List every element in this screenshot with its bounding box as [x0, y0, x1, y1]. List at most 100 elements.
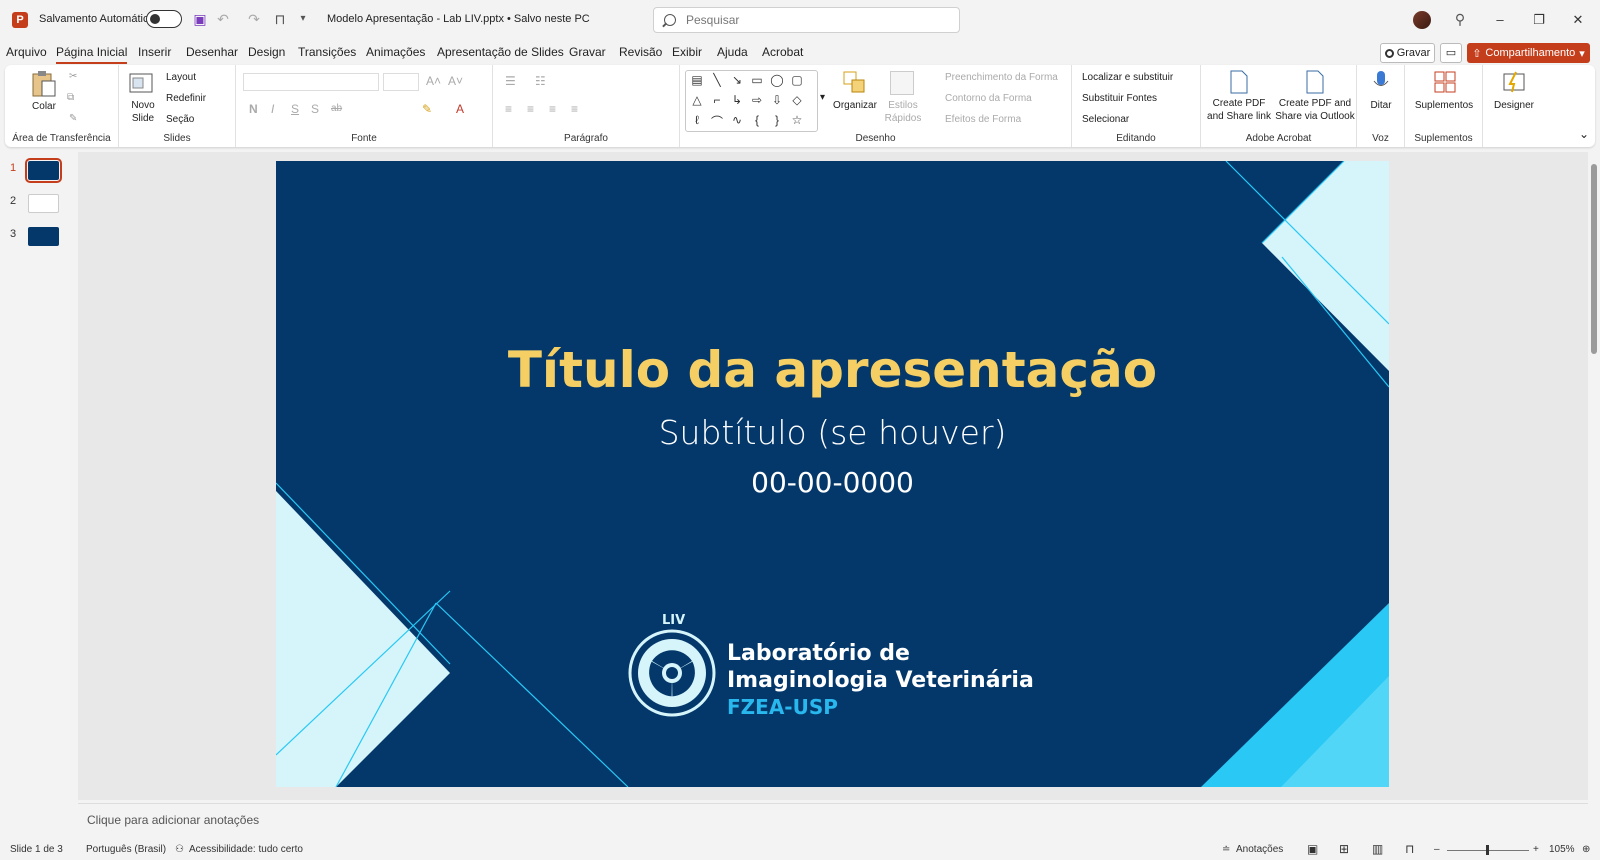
arrange-icon[interactable] — [843, 71, 867, 95]
zoom-slider-knob[interactable] — [1486, 845, 1489, 855]
section-button[interactable]: Seção — [166, 114, 194, 125]
restore-button[interactable]: ❐ — [1529, 10, 1549, 30]
slide-thumbnail-1[interactable] — [25, 158, 62, 183]
normal-view-icon[interactable]: ▣ — [1307, 842, 1318, 856]
collapse-ribbon-icon[interactable]: ⌄ — [1579, 127, 1589, 141]
textbox-shape-icon[interactable]: ▤ — [688, 73, 706, 87]
notes-button[interactable]: Anotações — [1236, 844, 1283, 855]
copy-icon[interactable]: ⧉ — [67, 92, 74, 103]
bold-button[interactable]: N — [249, 102, 258, 116]
slide-subtitle[interactable]: Subtítulo (se houver) — [276, 413, 1389, 452]
tab-arquivo[interactable]: Arquivo — [6, 45, 47, 59]
left-brace-icon[interactable]: { — [748, 113, 766, 127]
pdf-share-link-icon[interactable] — [1229, 70, 1249, 94]
present-icon[interactable]: ⊓ — [271, 10, 289, 28]
new-slide-label[interactable]: Novo Slide — [123, 99, 163, 125]
comments-button[interactable]: ▭ — [1440, 43, 1462, 63]
fit-slide-icon[interactable]: ⊕ — [1582, 844, 1590, 855]
elbow-connector-icon[interactable]: ⌐ — [708, 93, 726, 107]
minimize-button[interactable]: – — [1490, 10, 1510, 30]
new-slide-icon[interactable] — [129, 71, 155, 95]
shadow-button[interactable]: S — [311, 102, 319, 116]
slide-sorter-icon[interactable]: ⊞ — [1339, 842, 1349, 856]
create-pdf-link-button[interactable]: Create PDF and Share link — [1203, 97, 1275, 123]
format-painter-icon[interactable]: ✎ — [69, 113, 77, 124]
paste-label[interactable]: Colar — [27, 100, 61, 113]
arrow-shape-icon[interactable]: ↘ — [728, 73, 746, 87]
line-shape-icon[interactable]: ╲ — [708, 73, 726, 87]
align-right-icon[interactable]: ≡ — [549, 102, 556, 116]
search-box[interactable]: Pesquisar — [653, 7, 960, 33]
gallery-more-icon[interactable]: ▾ — [820, 92, 825, 103]
addins-icon[interactable] — [1433, 70, 1457, 94]
scribble-shape-icon[interactable]: ℓ — [688, 113, 706, 127]
slide-canvas[interactable]: Título da apresentação Subtítulo (se hou… — [276, 161, 1389, 787]
slideshow-icon[interactable]: ⊓ — [1405, 842, 1414, 856]
save-icon[interactable]: ▣ — [191, 10, 209, 28]
find-replace-button[interactable]: Localizar e substituir — [1082, 72, 1173, 83]
addins-button[interactable]: Suplementos — [1405, 99, 1483, 112]
bullets-icon[interactable]: ☰ — [505, 74, 516, 88]
microphone-icon[interactable] — [1373, 70, 1389, 94]
font-size-select[interactable] — [383, 73, 419, 91]
tab-pagina-inicial[interactable]: Página Inicial — [56, 45, 128, 64]
tab-acrobat[interactable]: Acrobat — [762, 45, 803, 59]
font-name-select[interactable] — [243, 73, 379, 91]
select-button[interactable]: Selecionar — [1082, 114, 1129, 125]
lightbulb-icon[interactable]: ⚲ — [1451, 10, 1469, 28]
justify-icon[interactable]: ≡ — [571, 102, 578, 116]
slide-date[interactable]: 00-00-0000 — [276, 466, 1389, 499]
avatar[interactable] — [1413, 11, 1431, 29]
tab-design[interactable]: Design — [248, 45, 285, 59]
vertical-scrollbar[interactable] — [1588, 152, 1600, 800]
dictate-button[interactable]: Ditar — [1357, 99, 1405, 112]
reset-button[interactable]: Redefinir — [166, 93, 206, 104]
rounded-rect-shape-icon[interactable]: ▢ — [788, 73, 806, 87]
zoom-out-icon[interactable]: – — [1434, 844, 1440, 855]
slide-thumbnail-3[interactable] — [28, 227, 59, 246]
shape-effects-button[interactable]: Efeitos de Forma — [945, 114, 1021, 125]
cut-icon[interactable]: ✂ — [69, 71, 77, 82]
accessibility-icon[interactable]: ⚇ — [175, 844, 184, 855]
zoom-level[interactable]: 105% — [1549, 844, 1575, 855]
undo-icon[interactable]: ↶ — [214, 10, 232, 28]
grow-font-icon[interactable]: A˄ — [426, 74, 441, 88]
strikethrough-button[interactable]: ab — [331, 103, 342, 114]
font-color-icon[interactable]: A — [456, 102, 464, 116]
arc-shape-icon[interactable]: ⌒ — [708, 113, 726, 130]
oval-shape-icon[interactable]: ◯ — [768, 73, 786, 87]
lab-logo[interactable]: LIV Laboratório de Imaginologia Veteriná… — [622, 613, 1042, 721]
record-button[interactable]: Gravar — [1380, 43, 1435, 63]
slide-title[interactable]: Título da apresentação — [276, 341, 1389, 399]
tab-transicoes[interactable]: Transições — [298, 45, 356, 59]
arrange-label[interactable]: Organizar — [830, 99, 880, 112]
tab-animacoes[interactable]: Animações — [366, 45, 425, 59]
redo-icon[interactable]: ↷ — [245, 10, 263, 28]
designer-button[interactable]: Designer — [1483, 99, 1545, 112]
create-pdf-outlook-button[interactable]: Create PDF and Share via Outlook — [1275, 97, 1355, 123]
tab-apresentacao[interactable]: Apresentação de Slides — [437, 45, 564, 59]
right-arrow-shape-icon[interactable]: ⇨ — [748, 93, 766, 107]
tab-inserir[interactable]: Inserir — [138, 45, 171, 59]
quick-styles-label[interactable]: Estilos Rápidos — [881, 99, 925, 125]
notes-pane[interactable]: Clique para adicionar anotações — [78, 803, 1588, 840]
shrink-font-icon[interactable]: A˅ — [448, 74, 463, 88]
notes-icon[interactable]: ≐ — [1222, 844, 1230, 855]
align-center-icon[interactable]: ≡ — [527, 102, 534, 116]
reading-view-icon[interactable]: ▥ — [1372, 842, 1383, 856]
tab-gravar[interactable]: Gravar — [569, 45, 606, 59]
close-button[interactable]: ✕ — [1568, 10, 1588, 30]
designer-icon[interactable] — [1502, 70, 1526, 94]
highlight-icon[interactable]: ✎ — [422, 102, 432, 116]
shape-fill-button[interactable]: Preenchimento da Forma — [945, 72, 1058, 83]
italic-button[interactable]: I — [271, 102, 274, 116]
paste-icon[interactable] — [31, 70, 57, 98]
shapes-gallery[interactable]: ▤ ╲ ↘ ▭ ◯ ▢ △ ⌐ ↳ ⇨ ⇩ ◇ ℓ ⌒ ∿ { } ☆ — [685, 70, 818, 132]
elbow-arrow-icon[interactable]: ↳ — [728, 93, 746, 107]
triangle-shape-icon[interactable]: △ — [688, 93, 706, 107]
rectangle-shape-icon[interactable]: ▭ — [748, 73, 766, 87]
star-shape-icon[interactable]: ☆ — [788, 113, 806, 127]
accessibility-status[interactable]: Acessibilidade: tudo certo — [189, 844, 303, 855]
slide-thumbnail-2[interactable] — [28, 194, 59, 213]
tab-ajuda[interactable]: Ajuda — [717, 45, 748, 59]
